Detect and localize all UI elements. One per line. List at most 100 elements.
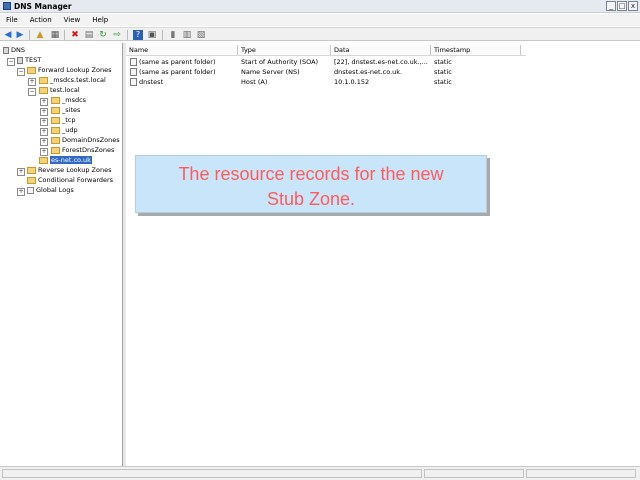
close-button[interactable]: x <box>628 1 638 11</box>
title-bar: DNS Manager _ □ x <box>0 0 640 13</box>
menu-action[interactable]: Action <box>24 14 58 26</box>
tree-node-tcp[interactable]: _tcp <box>51 115 76 125</box>
window-title: DNS Manager <box>14 2 72 11</box>
back-arrow-icon[interactable]: ◀ <box>3 30 13 40</box>
expand-msdcs-expander[interactable]: + <box>40 98 48 106</box>
status-segment <box>424 469 524 478</box>
collapse-server-expander[interactable]: − <box>7 58 15 66</box>
expand-reverse-zones-expander[interactable]: + <box>17 168 25 176</box>
folder-icon <box>51 146 60 154</box>
menu-bar: File Action View Help <box>0 14 640 26</box>
forward-arrow-icon[interactable]: ▶ <box>15 30 25 40</box>
annotation-callout: The resource records for the new Stub Zo… <box>135 155 487 213</box>
expand-sites-expander[interactable]: + <box>40 108 48 116</box>
cell-timestamp: static <box>434 68 452 76</box>
menu-view[interactable]: View <box>58 14 87 26</box>
zone-icon <box>39 86 48 94</box>
properties-icon[interactable]: ▤ <box>84 30 94 40</box>
tree-node-udp[interactable]: _udp <box>51 125 78 135</box>
up-folder-icon[interactable]: ▲ <box>35 30 45 40</box>
tree-node-msdcs[interactable]: _msdcs <box>51 95 86 105</box>
folder-icon <box>27 66 36 74</box>
expand-tcp-expander[interactable]: + <box>40 118 48 126</box>
expand-global-logs-expander[interactable]: + <box>17 188 25 196</box>
column-header-timestamp[interactable]: Timestamp <box>431 45 521 55</box>
menu-file[interactable]: File <box>0 14 24 26</box>
toolbar-separator <box>29 30 30 40</box>
cell-name: (same as parent folder) <box>139 58 216 66</box>
record-detail-icon[interactable]: ▧ <box>196 30 206 40</box>
column-header-data[interactable]: Data <box>331 45 431 55</box>
tree-node-test-local[interactable]: test.local <box>39 85 80 95</box>
dns-icon <box>3 46 9 54</box>
tree-node-dns[interactable]: DNS <box>3 45 25 55</box>
column-header-type[interactable]: Type <box>238 45 331 55</box>
minimize-button[interactable]: _ <box>606 1 616 11</box>
toolbar-separator <box>64 30 65 40</box>
callout-text: The resource records for the new Stub Zo… <box>136 162 486 212</box>
tree-node-msdcs-zone[interactable]: _msdcs.test.local <box>39 75 106 85</box>
dns-app-icon <box>3 2 11 10</box>
delete-x-icon[interactable]: ✖ <box>70 30 80 40</box>
callout-line-1: The resource records for the new <box>178 164 444 184</box>
cell-data: dnstest.es-net.co.uk. <box>334 68 403 76</box>
zone-icon <box>39 76 48 84</box>
tree-node-domaindnszones[interactable]: DomainDnsZones <box>51 135 120 145</box>
folder-icon <box>51 106 60 114</box>
column-header-name[interactable]: Name <box>126 45 238 55</box>
view-toggle-icon[interactable]: ▣ <box>147 30 157 40</box>
menu-help[interactable]: Help <box>86 14 114 26</box>
toolbar: ◀ ▶ ▲ ▦ ✖ ▤ ↻ ⇨ ? ▣ ▮ ▥ ▧ <box>0 27 640 41</box>
table-row[interactable]: (same as parent folder) Name Server (NS)… <box>126 67 526 77</box>
tree-node-sites[interactable]: _sites <box>51 105 80 115</box>
tree-node-es-net-co-uk[interactable]: es-net.co.uk <box>39 155 92 165</box>
expand-udp-expander[interactable]: + <box>40 128 48 136</box>
folder-icon <box>51 136 60 144</box>
record-list[interactable]: Name Type Data Timestamp (same as parent… <box>126 43 640 466</box>
tree-node-forward-lookup-zones[interactable]: Forward Lookup Zones <box>27 65 111 75</box>
expand-msdcs-zone-expander[interactable]: + <box>28 78 36 86</box>
status-segment <box>2 469 422 478</box>
tree-node-forestdnszones[interactable]: ForestDnsZones <box>51 145 114 155</box>
export-list-icon[interactable]: ⇨ <box>112 30 122 40</box>
cell-name: dnstest <box>139 78 164 86</box>
tree-node-reverse-lookup-zones[interactable]: Reverse Lookup Zones <box>27 165 111 175</box>
toolbar-separator <box>162 30 163 40</box>
cell-type: Name Server (NS) <box>241 68 300 76</box>
refresh-icon[interactable]: ↻ <box>98 30 108 40</box>
status-bar <box>0 466 640 480</box>
status-segment <box>526 469 636 478</box>
collapse-forward-zones-expander[interactable]: − <box>17 68 25 76</box>
stub-zone-icon <box>39 156 48 164</box>
collapse-test-local-expander[interactable]: − <box>28 88 36 96</box>
maximize-button[interactable]: □ <box>617 1 627 11</box>
log-icon <box>27 186 34 194</box>
callout-line-2: Stub Zone. <box>266 189 356 209</box>
table-row[interactable]: (same as parent folder) Start of Authori… <box>126 57 526 67</box>
server-icon <box>17 56 23 64</box>
cell-type: Host (A) <box>241 78 268 86</box>
tree-node-conditional-forwarders[interactable]: Conditional Forwarders <box>27 175 113 185</box>
folder-icon <box>51 116 60 124</box>
record-list-icon[interactable]: ▥ <box>182 30 192 40</box>
expand-domaindnszones-expander[interactable]: + <box>40 138 48 146</box>
cell-type: Start of Authority (SOA) <box>241 58 319 66</box>
cell-data: 10.1.0.152 <box>334 78 370 86</box>
cell-timestamp: static <box>434 58 452 66</box>
table-row[interactable]: dnstest Host (A) 10.1.0.152 static <box>126 77 526 87</box>
tree-node-global-logs[interactable]: Global Logs <box>27 185 74 195</box>
cell-name: (same as parent folder) <box>139 68 216 76</box>
server-icon[interactable]: ▮ <box>168 30 178 40</box>
cell-data: [22], dnstest.es-net.co.uk.,... <box>334 58 428 66</box>
tree-node-server[interactable]: TEST <box>17 55 41 65</box>
cell-timestamp: static <box>434 78 452 86</box>
record-icon <box>130 78 137 86</box>
folder-icon <box>27 166 36 174</box>
console-tree[interactable]: DNS − TEST − Forward Lookup Zones + _msd… <box>0 43 123 466</box>
folder-icon <box>51 126 60 134</box>
help-icon[interactable]: ? <box>133 30 143 40</box>
show-hide-tree-icon[interactable]: ▦ <box>50 30 60 40</box>
record-icon <box>130 58 137 66</box>
folder-icon <box>27 176 36 184</box>
folder-icon <box>51 96 60 104</box>
